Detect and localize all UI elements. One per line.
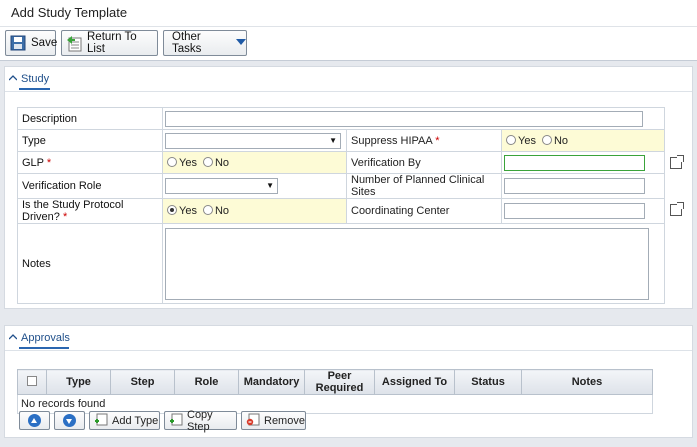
required-marker: * bbox=[435, 134, 440, 147]
col-status[interactable]: Status bbox=[454, 369, 522, 395]
protocol-driven-label: Is the Study Protocol Driven? bbox=[22, 199, 124, 223]
arrow-down-icon bbox=[63, 414, 76, 427]
approvals-grid: Type Step Role Mandatory Peer Required A… bbox=[17, 369, 653, 414]
notes-label: Notes bbox=[17, 223, 163, 304]
copy-step-label: Copy Step bbox=[187, 408, 213, 433]
col-notes[interactable]: Notes bbox=[521, 369, 653, 395]
required-marker: * bbox=[62, 211, 68, 223]
required-marker: * bbox=[46, 156, 52, 169]
suppress-hipaa-label-cell: Suppress HIPAA * bbox=[346, 129, 502, 152]
save-label: Save bbox=[31, 37, 58, 49]
col-type[interactable]: Type bbox=[46, 369, 111, 395]
add-icon bbox=[94, 413, 108, 429]
col-mandatory[interactable]: Mandatory bbox=[238, 369, 305, 395]
add-type-label: Add Type bbox=[112, 414, 159, 427]
protocol-driven-options: Yes No bbox=[162, 198, 347, 224]
no-label: No bbox=[214, 205, 230, 217]
yes-label: Yes bbox=[518, 134, 536, 147]
select-all-checkbox[interactable] bbox=[27, 375, 37, 386]
planned-sites-input[interactable] bbox=[504, 178, 645, 194]
verification-by-label: Verification By bbox=[346, 151, 502, 174]
col-step[interactable]: Step bbox=[110, 369, 175, 395]
title-bar: Add Study Template bbox=[0, 0, 697, 27]
glp-options: Yes No bbox=[162, 151, 347, 174]
study-panel-header[interactable]: Study bbox=[5, 67, 692, 92]
yes-label: Yes bbox=[179, 156, 197, 169]
return-to-list-button[interactable]: Return To List bbox=[61, 30, 158, 56]
type-select[interactable]: ▼ bbox=[165, 132, 341, 149]
save-icon bbox=[10, 35, 27, 52]
yes-label: Yes bbox=[179, 205, 197, 217]
approvals-panel-title: Approvals bbox=[21, 332, 70, 344]
copy-step-button[interactable]: Copy Step bbox=[164, 408, 237, 433]
suppress-hipaa-no-radio[interactable] bbox=[541, 134, 552, 145]
protocol-driven-no-radio[interactable] bbox=[202, 205, 213, 215]
col-peer-required[interactable]: Peer Required bbox=[304, 369, 375, 395]
study-form: Description Type ▼ Suppress HIPAA * Yes N… bbox=[17, 107, 684, 304]
coordinating-center-input[interactable] bbox=[504, 203, 645, 219]
suppress-hipaa-options: Yes No bbox=[501, 129, 665, 152]
remove-icon bbox=[246, 413, 260, 429]
suppress-hipaa-yes-radio[interactable] bbox=[506, 134, 516, 145]
dropdown-arrow-icon: ▼ bbox=[329, 135, 337, 145]
description-label: Description bbox=[17, 107, 163, 130]
external-link-icon[interactable] bbox=[670, 202, 684, 216]
return-list-icon bbox=[66, 35, 83, 52]
glp-yes-radio[interactable] bbox=[167, 156, 177, 167]
collapse-icon bbox=[8, 332, 18, 343]
approvals-tab-underline bbox=[19, 347, 69, 349]
coordinating-center-label: Coordinating Center bbox=[346, 198, 502, 224]
glp-label: GLP bbox=[22, 156, 44, 169]
collapse-icon bbox=[8, 73, 18, 84]
planned-sites-label: Number of Planned Clinical Sites bbox=[346, 173, 502, 199]
col-role[interactable]: Role bbox=[174, 369, 239, 395]
add-type-button[interactable]: Add Type bbox=[89, 411, 160, 430]
move-down-button[interactable] bbox=[54, 411, 85, 430]
verification-by-input[interactable] bbox=[504, 154, 645, 171]
dropdown-arrow-icon: ▼ bbox=[266, 181, 274, 190]
protocol-driven-label-cell: Is the Study Protocol Driven? * bbox=[17, 198, 163, 224]
remove-label: Remove bbox=[264, 414, 305, 427]
move-up-button[interactable] bbox=[19, 411, 50, 430]
protocol-driven-yes-radio[interactable] bbox=[167, 205, 177, 215]
select-all-column[interactable] bbox=[17, 369, 47, 395]
other-tasks-button[interactable]: Other Tasks bbox=[163, 30, 247, 56]
no-label: No bbox=[214, 156, 230, 169]
verification-role-label: Verification Role bbox=[17, 173, 163, 199]
other-tasks-label: Other Tasks bbox=[172, 31, 202, 55]
verification-role-select[interactable]: ▼ bbox=[165, 178, 278, 194]
glp-label-cell: GLP * bbox=[17, 151, 163, 174]
col-assigned-to[interactable]: Assigned To bbox=[374, 369, 455, 395]
notes-textarea[interactable] bbox=[165, 227, 649, 300]
external-link-icon[interactable] bbox=[670, 155, 684, 169]
return-to-list-label: Return To List bbox=[87, 31, 137, 55]
grid-header-row: Type Step Role Mandatory Peer Required A… bbox=[17, 369, 653, 395]
suppress-hipaa-label: Suppress HIPAA bbox=[351, 134, 433, 147]
approvals-panel: Approvals Type Step Role Mandatory Peer … bbox=[4, 325, 693, 438]
copy-icon bbox=[169, 413, 183, 429]
type-label: Type bbox=[17, 129, 163, 152]
arrow-up-icon bbox=[28, 414, 41, 427]
no-label: No bbox=[553, 134, 569, 147]
remove-button[interactable]: Remove bbox=[241, 411, 306, 430]
chevron-down-icon bbox=[236, 37, 246, 49]
toolbar: Save Return To List Other Tasks bbox=[0, 27, 697, 61]
study-tab-underline bbox=[19, 88, 50, 90]
study-panel: Study Description Type ▼ Suppress HIPAA … bbox=[4, 66, 693, 309]
description-input[interactable] bbox=[165, 110, 643, 127]
save-button[interactable]: Save bbox=[5, 30, 58, 56]
glp-no-radio[interactable] bbox=[202, 156, 213, 167]
approvals-panel-header[interactable]: Approvals bbox=[5, 326, 692, 351]
study-panel-title: Study bbox=[21, 73, 50, 85]
page-title: Add Study Template bbox=[11, 5, 128, 20]
